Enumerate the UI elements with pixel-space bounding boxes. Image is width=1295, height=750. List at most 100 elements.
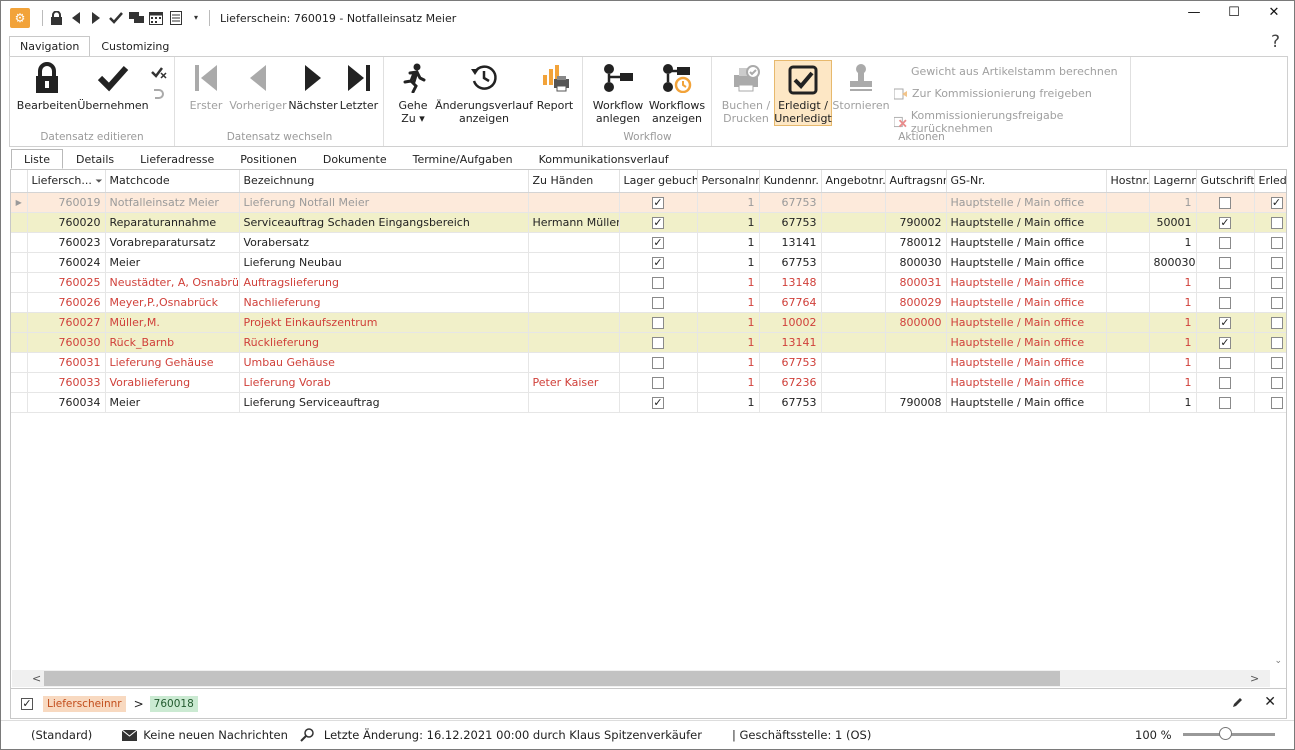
cell-erledigt[interactable]	[1254, 232, 1286, 253]
col-hostnr[interactable]: Hostnr.	[1106, 170, 1150, 193]
app-logo-icon[interactable]: ⚙	[10, 8, 30, 28]
checkbox[interactable]: ✓	[652, 196, 664, 209]
checkbox[interactable]: ✓	[1219, 216, 1231, 229]
checkbox[interactable]: ✓	[1270, 196, 1283, 209]
layout-status[interactable]: (Standard)	[31, 728, 92, 742]
checkbox[interactable]	[1270, 216, 1283, 229]
buchen-drucken-button[interactable]: Buchen / Drucken	[717, 61, 775, 125]
tab-details[interactable]: Details	[63, 149, 127, 169]
cell-gutschrift[interactable]	[1196, 232, 1255, 253]
tab-customizing[interactable]: Customizing	[90, 36, 180, 57]
cell-lager-gebucht[interactable]: ✓	[619, 212, 698, 233]
cell-erledigt[interactable]	[1254, 272, 1286, 293]
forward-arrow-icon[interactable]	[89, 11, 103, 25]
tab-kommunikationsverlauf[interactable]: Kommunikationsverlauf	[526, 149, 682, 169]
cell-lager-gebucht[interactable]	[619, 272, 698, 293]
erster-button[interactable]: Erster	[182, 61, 230, 112]
tab-liste[interactable]: Liste	[11, 149, 63, 169]
checkbox[interactable]	[1270, 276, 1283, 289]
col-bezeichnung[interactable]: Bezeichnung	[239, 170, 529, 193]
messages-status[interactable]: Keine neuen Nachrichten	[122, 728, 288, 742]
calendar-icon[interactable]	[149, 11, 163, 25]
checkbox[interactable]	[1270, 356, 1283, 369]
cell-erledigt[interactable]	[1254, 352, 1286, 373]
erledigt-unerledigt-button[interactable]: Erledigt / Unerledigt	[774, 60, 832, 126]
help-icon[interactable]: ?	[1271, 32, 1280, 52]
cell-gutschrift[interactable]	[1196, 192, 1255, 213]
cell-lager-gebucht[interactable]: ✓	[619, 252, 698, 273]
checkbox[interactable]: ✓	[1219, 316, 1231, 329]
checkbox[interactable]	[1219, 296, 1231, 309]
cell-lager-gebucht[interactable]: ✓	[619, 192, 698, 213]
col-angebotnr[interactable]: Angebotnr.	[821, 170, 886, 193]
table-row[interactable]: 760024 Meier Lieferung Neubau ✓ 1 67753 800030…	[11, 252, 1286, 273]
checkbox[interactable]: ✓	[652, 236, 664, 249]
checkbox[interactable]	[652, 296, 664, 309]
workflows-anzeigen-button[interactable]: Workflows anzeigen	[648, 61, 706, 125]
checkbox[interactable]	[1219, 256, 1231, 269]
col-auftragsnr[interactable]: Auftragsnr.	[885, 170, 947, 193]
naechster-button[interactable]: Nächster	[288, 61, 338, 112]
checkbox[interactable]	[1270, 296, 1283, 309]
cell-gutschrift[interactable]: ✓	[1196, 312, 1255, 333]
cell-erledigt[interactable]	[1254, 292, 1286, 313]
table-row[interactable]: 760030 Rück_Barnb Rücklieferung 1 13141 Haupt…	[11, 332, 1286, 353]
checkbox[interactable]	[652, 376, 664, 389]
checkbox[interactable]	[1219, 396, 1231, 409]
checkbox[interactable]	[652, 336, 664, 349]
list-icon[interactable]	[169, 11, 183, 25]
col-matchcode[interactable]: Matchcode	[105, 170, 240, 193]
gewicht-berechnen-button[interactable]: Gewicht aus Artikelstamm berechnen	[911, 65, 1118, 78]
checkbox[interactable]: ✓	[1219, 336, 1231, 349]
check-cancel-icon[interactable]	[151, 65, 167, 82]
report-button[interactable]: Report	[533, 61, 577, 112]
vorheriger-button[interactable]: Vorheriger	[229, 61, 287, 112]
checkbox[interactable]: ✓	[652, 396, 664, 409]
uebernehmen-button[interactable]: Übernehmen	[77, 61, 149, 112]
col-lieferschein[interactable]: Liefersch... ⏷	[27, 170, 106, 193]
dropdown-icon[interactable]: ▾	[189, 11, 203, 25]
check-icon[interactable]	[109, 11, 123, 25]
scrollbar-thumb[interactable]	[44, 671, 1060, 686]
cell-lager-gebucht[interactable]: ✓	[619, 392, 698, 413]
tab-lieferadresse[interactable]: Lieferadresse	[127, 149, 227, 169]
checkbox[interactable]	[1270, 316, 1283, 329]
bearbeiten-button[interactable]: Bearbeiten	[17, 61, 77, 112]
checkbox[interactable]	[1219, 236, 1231, 249]
cell-erledigt[interactable]: ✓	[1254, 192, 1286, 213]
scroll-down-icon[interactable]: ⌄	[1274, 656, 1282, 666]
cell-lager-gebucht[interactable]	[619, 372, 698, 393]
minimize-icon[interactable]: —	[1174, 1, 1214, 23]
table-row[interactable]: 760025 Neustädter, A, Osnabrück Auftragsli…	[11, 272, 1286, 293]
aenderungsverlauf-button[interactable]: Änderungsverlauf anzeigen	[435, 61, 533, 125]
tab-dokumente[interactable]: Dokumente	[310, 149, 400, 169]
table-row[interactable]: ▶ 760019 Notfalleinsatz Meier Lieferung Not…	[11, 192, 1286, 213]
tab-navigation[interactable]: Navigation	[9, 36, 91, 57]
checkbox[interactable]	[1219, 376, 1231, 389]
table-row[interactable]: 760020 Reparaturannahme Serviceauftrag Sch…	[11, 212, 1286, 233]
zoom-slider-handle[interactable]	[1219, 727, 1232, 740]
letzter-button[interactable]: Letzter	[338, 61, 380, 112]
cell-gutschrift[interactable]: ✓	[1196, 332, 1255, 353]
checkbox[interactable]	[1219, 276, 1231, 289]
col-zu-haenden[interactable]: Zu Händen	[528, 170, 620, 193]
cell-erledigt[interactable]	[1254, 212, 1286, 233]
checkbox[interactable]	[652, 276, 664, 289]
search-icon[interactable]	[300, 728, 314, 742]
col-lager-gebucht[interactable]: Lager gebucht	[619, 170, 698, 193]
filter-field-chip[interactable]: Lieferscheinnr	[43, 695, 126, 712]
maximize-icon[interactable]: ☐	[1214, 1, 1254, 23]
col-gutschrift[interactable]: Gutschrift	[1196, 170, 1255, 193]
pencil-icon[interactable]	[1232, 696, 1244, 711]
close-icon[interactable]: ✕	[1254, 1, 1294, 23]
chat-icon[interactable]	[129, 11, 144, 25]
cell-gutschrift[interactable]	[1196, 352, 1255, 373]
table-row[interactable]: 760023 Vorabreparatursatz Vorabersatz ✓ 1 131…	[11, 232, 1286, 253]
cell-gutschrift[interactable]	[1196, 392, 1255, 413]
back-arrow-icon[interactable]	[69, 11, 83, 25]
filter-value-chip[interactable]: 760018	[149, 695, 198, 712]
checkbox[interactable]	[1270, 256, 1283, 269]
col-lagernr[interactable]: Lagernr.	[1149, 170, 1197, 193]
clear-filter-icon[interactable]: ✕	[1264, 694, 1276, 710]
checkbox[interactable]: ✓	[652, 216, 664, 229]
